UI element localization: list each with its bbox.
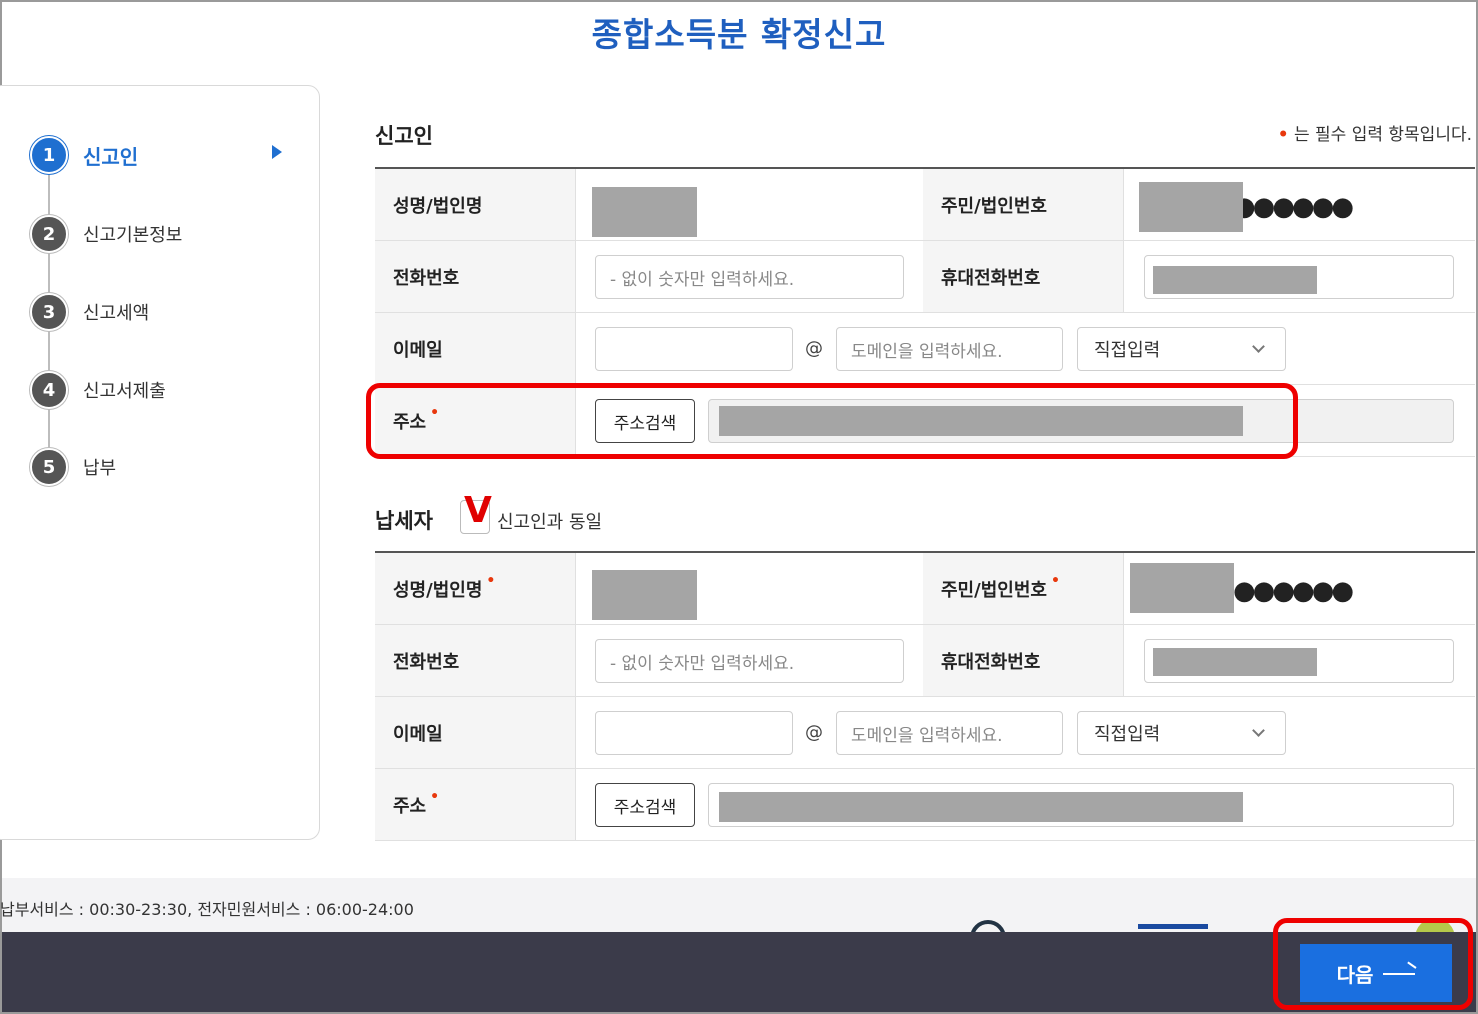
divider <box>1123 553 1124 624</box>
redacted-mobile <box>1153 266 1317 294</box>
step-label: 신고인 <box>83 144 139 169</box>
step-item-5[interactable]: 5 납부 <box>30 448 116 486</box>
divider <box>1123 625 1124 696</box>
step-number: 2 <box>30 215 68 253</box>
id-label-text: 주민/법인번호 <box>941 579 1047 601</box>
step-item-4[interactable]: 4 신고서제출 <box>30 371 166 409</box>
highlight-next-box <box>1273 918 1473 1010</box>
email-domain-input[interactable]: 도메인을 입력하세요. <box>836 711 1063 755</box>
step-item-1[interactable]: 1 신고인 <box>30 136 138 174</box>
redacted-mobile <box>1153 648 1317 676</box>
email-label: 이메일 <box>375 313 575 384</box>
phone-label: 전화번호 <box>375 625 575 696</box>
email-id-input[interactable] <box>595 327 793 371</box>
mobile-input[interactable] <box>1144 255 1454 299</box>
id-label: 주민/법인번호 <box>923 169 1123 240</box>
checkmark-v-icon: V <box>464 490 492 531</box>
divider <box>575 241 576 312</box>
service-hours-text: 납부서비스 : 00:30-23:30, 전자민원서비스 : 06:00-24:… <box>0 900 414 919</box>
step-label: 납부 <box>83 458 117 479</box>
page-title: 종합소득분 확정신고 <box>591 15 887 54</box>
address-label: 주소 • <box>375 769 575 840</box>
id-mask: ●●●●●● <box>1233 576 1354 606</box>
same-as-reporter-label[interactable]: 신고인과 동일 <box>497 508 602 534</box>
active-step-arrow-icon <box>272 145 282 159</box>
redacted-name <box>592 570 697 620</box>
redacted-name <box>592 187 697 237</box>
required-dot-icon: • <box>1050 572 1060 589</box>
taxpayer-row-email: 이메일 @ 도메인을 입력하세요. 직접입력 <box>375 697 1475 769</box>
step-label: 신고기본정보 <box>83 225 183 246</box>
step-number: 1 <box>30 136 68 174</box>
email-at-sign: @ <box>805 722 823 743</box>
mobile-label: 휴대전화번호 <box>923 241 1123 312</box>
required-note-text: 는 필수 입력 항목입니다. <box>1293 125 1472 145</box>
id-label: 주민/법인번호 • <box>923 553 1123 624</box>
phone-input[interactable]: - 없이 숫자만 입력하세요. <box>595 639 904 683</box>
taxpayer-row-address: 주소 • 주소검색 <box>375 769 1475 841</box>
required-dot-icon: • <box>430 788 440 805</box>
required-note: • 는 필수 입력 항목입니다. <box>1278 120 1472 145</box>
required-dot-icon: • <box>486 572 496 589</box>
address-input[interactable] <box>708 783 1454 827</box>
taxpayer-row-name: 성명/법인명 • 주민/법인번호 • ●●●●●● <box>375 553 1475 625</box>
required-dot-icon: • <box>1277 125 1289 145</box>
divider <box>575 697 576 768</box>
reporter-row-phone: 전화번호 - 없이 숫자만 입력하세요. 휴대전화번호 <box>375 241 1475 313</box>
step-label: 신고세액 <box>83 303 150 324</box>
step-item-3[interactable]: 3 신고세액 <box>30 293 149 331</box>
step-label: 신고서제출 <box>83 381 166 402</box>
reporter-row-name: 성명/법인명 주민/법인번호 ●●●●●● <box>375 169 1475 241</box>
email-domain-select[interactable]: 직접입력 <box>1077 327 1286 371</box>
phone-input[interactable]: - 없이 숫자만 입력하세요. <box>595 255 904 299</box>
step-item-2[interactable]: 2 신고기본정보 <box>30 215 182 253</box>
email-label: 이메일 <box>375 697 575 768</box>
redacted-id <box>1139 182 1243 232</box>
select-value: 직접입력 <box>1094 724 1161 745</box>
chevron-down-icon <box>1252 340 1265 353</box>
taxpayer-row-phone: 전화번호 - 없이 숫자만 입력하세요. 휴대전화번호 <box>375 625 1475 697</box>
redacted-id <box>1130 563 1234 613</box>
email-domain-select[interactable]: 직접입력 <box>1077 711 1286 755</box>
divider <box>1123 241 1124 312</box>
step-number: 3 <box>30 293 68 331</box>
email-at-sign: @ <box>805 338 823 359</box>
taxpayer-section-title: 납세자 <box>375 509 433 533</box>
reporter-row-email: 이메일 @ 도메인을 입력하세요. 직접입력 <box>375 313 1475 385</box>
highlight-address-box <box>366 383 1298 459</box>
step-number: 4 <box>30 371 68 409</box>
address-search-button[interactable]: 주소검색 <box>595 783 695 827</box>
divider <box>575 169 576 240</box>
redacted-address <box>719 792 1243 822</box>
bottom-action-bar <box>2 932 1476 1012</box>
mobile-label: 휴대전화번호 <box>923 625 1123 696</box>
step-number: 5 <box>30 448 68 486</box>
divider <box>575 625 576 696</box>
reporter-section-title: 신고인 <box>375 124 433 148</box>
divider <box>575 769 576 840</box>
name-label: 성명/법인명 <box>375 169 575 240</box>
divider <box>1123 169 1124 240</box>
phone-label: 전화번호 <box>375 241 575 312</box>
address-label-text: 주소 <box>393 795 427 817</box>
divider <box>575 553 576 624</box>
select-value: 직접입력 <box>1094 340 1161 361</box>
chevron-down-icon <box>1252 724 1265 737</box>
email-domain-input[interactable]: 도메인을 입력하세요. <box>836 327 1063 371</box>
taxpayer-form-table: 성명/법인명 • 주민/법인번호 • ●●●●●● 전화번호 - 없이 숫자만 … <box>375 551 1475 841</box>
id-mask: ●●●●●● <box>1233 192 1354 222</box>
name-label: 성명/법인명 • <box>375 553 575 624</box>
name-label-text: 성명/법인명 <box>393 579 483 601</box>
email-id-input[interactable] <box>595 711 793 755</box>
mobile-input[interactable] <box>1144 639 1454 683</box>
divider <box>575 313 576 384</box>
